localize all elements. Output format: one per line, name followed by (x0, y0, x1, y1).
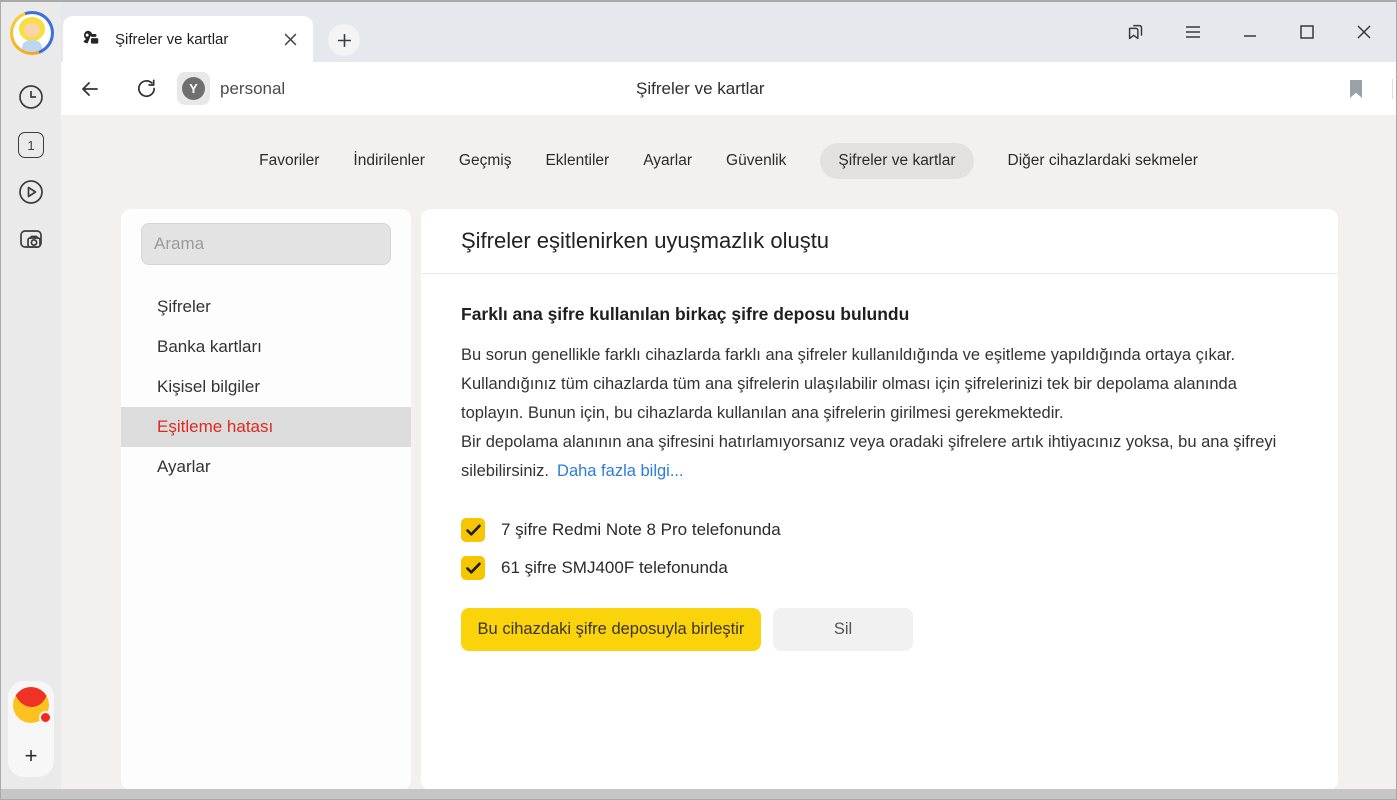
browser-menu-icon[interactable] (1181, 20, 1205, 44)
device-checkbox-row[interactable]: 61 şifre SMJ400F telefonunda (461, 556, 1283, 580)
sidebar-item-banka-kartlari[interactable]: Banka kartları (121, 327, 411, 367)
sidebar-item-label: Şifreler (157, 297, 211, 317)
new-tab-button[interactable] (328, 24, 360, 56)
minimize-icon[interactable] (1238, 20, 1262, 44)
tab-counter[interactable]: 1 (16, 130, 46, 160)
passwords-sidebar-panel: Şifreler Banka kartları Kişisel bilgiler… (121, 209, 411, 790)
search-input[interactable] (141, 223, 391, 265)
conflict-subtitle: Farklı ana şifre kullanılan birkaç şifre… (461, 304, 1283, 325)
avatar-image (13, 14, 51, 52)
tab-strip: Şifreler ve kartlar (61, 2, 1396, 62)
passwords-key-icon (79, 28, 101, 50)
more-info-link[interactable]: Daha fazla bilgi... (557, 462, 684, 480)
nav-diger-cihazlar[interactable]: Diğer cihazlardaki sekmeler (1008, 143, 1198, 179)
profile-badge[interactable]: Y personal (177, 72, 285, 105)
browser-window: 1 + (0, 0, 1397, 800)
device-checkbox-label: 7 şifre Redmi Note 8 Pro telefonunda (501, 520, 781, 540)
device-checkbox-label: 61 şifre SMJ400F telefonunda (501, 558, 728, 578)
tab-count-value: 1 (27, 138, 34, 153)
sidebar-item-ayarlar[interactable]: Ayarlar (121, 447, 411, 487)
toolbar: Y personal Şifreler ve kartlar (61, 62, 1396, 115)
sidebar-item-label: Ayarlar (157, 457, 211, 477)
sidebar-item-label: Kişisel bilgiler (157, 377, 260, 397)
profile-badge-label: personal (220, 79, 285, 99)
nav-eklentiler[interactable]: Eklentiler (545, 143, 609, 179)
window-bottom-edge (1, 789, 1396, 799)
merge-button[interactable]: Bu cihazdaki şifre deposuyla birleştir (461, 608, 761, 651)
sidebar-item-label: Banka kartları (157, 337, 262, 357)
nav-favoriler[interactable]: Favoriler (259, 143, 319, 179)
settings-nav: Favoriler İndirilenler Geçmiş Eklentiler… (61, 138, 1396, 184)
checkbox-checked-icon[interactable] (461, 556, 485, 580)
side-panels-icon[interactable] (1124, 20, 1148, 44)
panel-header: Şifreler eşitlenirken uyuşmazlık oluştu (421, 209, 1338, 274)
notification-dot (39, 711, 52, 724)
screenshot-camera-icon[interactable] (16, 224, 46, 254)
profile-initial: Y (189, 81, 198, 96)
rail-add-button[interactable]: + (25, 745, 38, 767)
bookmark-icon[interactable] (1341, 74, 1371, 104)
reload-icon[interactable] (131, 74, 161, 104)
profile-badge-icon: Y (177, 72, 210, 105)
sidebar-item-sifreler[interactable]: Şifreler (121, 287, 411, 327)
page-title: Şifreler ve kartlar (636, 62, 764, 115)
nav-gecmis[interactable]: Geçmiş (459, 143, 512, 179)
sidebar-item-kisisel-bilgiler[interactable]: Kişisel bilgiler (121, 367, 411, 407)
maximize-icon[interactable] (1295, 20, 1319, 44)
nav-sifreler-ve-kartlar[interactable]: Şifreler ve kartlar (820, 143, 973, 179)
tab-close-icon[interactable] (279, 28, 301, 50)
sidebar-item-label: Eşitleme hatası (157, 417, 273, 437)
checkbox-checked-icon[interactable] (461, 518, 485, 542)
sidebar-item-esitleme-hatasi[interactable]: Eşitleme hatası (121, 407, 411, 447)
left-rail: 1 + (1, 2, 61, 789)
device-checkbox-row[interactable]: 7 şifre Redmi Note 8 Pro telefonunda (461, 518, 1283, 542)
nav-indirilenler[interactable]: İndirilenler (353, 143, 425, 179)
paragraph-2: Kullandığınız tüm cihazlarda tüm ana şif… (461, 370, 1283, 428)
paragraph-3: Bir depolama alanının ana şifresini hatı… (461, 428, 1283, 486)
sync-conflict-panel: Şifreler eşitlenirken uyuşmazlık oluştu … (421, 209, 1338, 790)
back-icon[interactable] (75, 74, 105, 104)
conflict-description: Bu sorun genellikle farklı cihazlarda fa… (461, 341, 1283, 486)
rail-bottom-container: + (8, 681, 54, 777)
window-close-icon[interactable] (1352, 20, 1376, 44)
browser-tab[interactable]: Şifreler ve kartlar (63, 16, 313, 62)
delete-button[interactable]: Sil (773, 608, 913, 651)
nav-ayarlar[interactable]: Ayarlar (643, 143, 692, 179)
play-icon[interactable] (16, 177, 46, 207)
paragraph-1: Bu sorun genellikle farklı cihazlarda fa… (461, 341, 1283, 370)
tab-title: Şifreler ve kartlar (115, 31, 279, 48)
profile-avatar[interactable] (10, 11, 54, 55)
nav-guvenlik[interactable]: Güvenlik (726, 143, 786, 179)
yandex-browser-logo[interactable] (13, 687, 49, 723)
history-clock-icon[interactable] (16, 82, 46, 112)
toolbar-divider (1392, 79, 1393, 99)
